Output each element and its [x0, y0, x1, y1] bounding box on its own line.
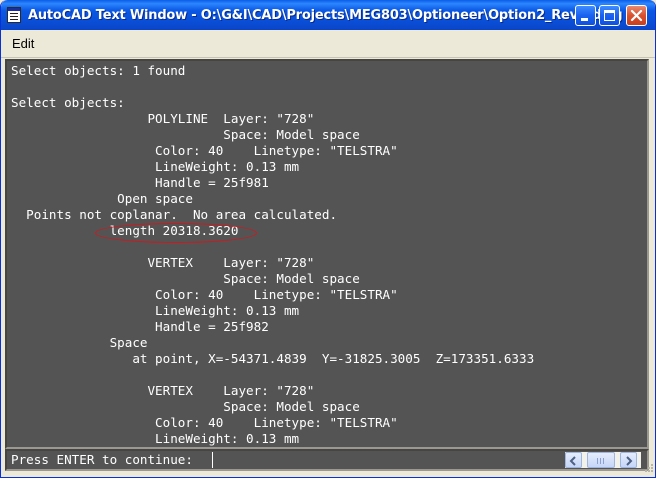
console-line: POLYLINE Layer: "728"	[11, 111, 315, 126]
autocad-text-window: AutoCAD Text Window - O:\G&I\CAD\Project…	[0, 0, 656, 478]
command-line: Press ENTER to continue:	[5, 449, 649, 471]
text-window-icon[interactable]	[7, 7, 21, 23]
console-line: Color: 40 Linetype: "TELSTRA"	[11, 415, 398, 430]
console-line: Color: 40 Linetype: "TELSTRA"	[11, 143, 398, 158]
command-input[interactable]	[212, 452, 558, 468]
console-line: Color: 40 Linetype: "TELSTRA"	[11, 287, 398, 302]
maximize-button[interactable]	[599, 5, 620, 26]
maximize-icon	[604, 10, 615, 21]
resize-grip-icon[interactable]	[642, 463, 654, 475]
console-line: LineWeight: 0.13 mm	[11, 159, 300, 174]
console-text: Select objects: 1 found Select objects: …	[11, 63, 534, 447]
length-highlight-ellipse	[95, 223, 257, 243]
horizontal-scrollbar[interactable]	[565, 452, 641, 468]
console-line: VERTEX Layer: "728"	[11, 383, 315, 398]
console-line: Handle = 25f982	[11, 319, 269, 334]
console-line: Select objects: 1 found	[11, 63, 186, 78]
arrow-right-icon	[626, 456, 633, 466]
scroll-right-button[interactable]	[620, 452, 637, 468]
minimize-button[interactable]	[575, 5, 596, 26]
console-line: Handle = 25f981	[11, 175, 269, 190]
console-line: Open space	[11, 191, 193, 206]
console-line: Space: Model space	[11, 127, 360, 142]
scroll-thumb[interactable]	[587, 452, 615, 468]
console-line: Points not coplanar. No area calculated.	[11, 207, 338, 222]
arrow-left-icon	[569, 456, 576, 466]
menu-edit[interactable]: Edit	[12, 36, 34, 51]
console-line: Space: Model space	[11, 399, 360, 414]
menu-bar: Edit	[1, 30, 655, 58]
minimize-icon	[581, 18, 588, 21]
console-history[interactable]: Select objects: 1 found Select objects: …	[5, 59, 649, 449]
console-line: Space	[11, 335, 148, 350]
close-button[interactable]	[626, 5, 647, 26]
console-line: Space: Model space	[11, 271, 360, 286]
title-bar[interactable]: AutoCAD Text Window - O:\G&I\CAD\Project…	[1, 0, 655, 30]
console-line: VERTEX Layer: "728"	[11, 255, 315, 270]
close-icon	[630, 9, 643, 22]
console-line: Select objects:	[11, 95, 125, 110]
console-line: at point, X=-54371.4839 Y=-31825.3005 Z=…	[11, 351, 535, 366]
command-prompt: Press ENTER to continue:	[11, 452, 193, 467]
console-line: LineWeight: 0.13 mm	[11, 431, 300, 446]
window-title: AutoCAD Text Window - O:\G&I\CAD\Project…	[28, 8, 623, 23]
scroll-left-button[interactable]	[565, 452, 582, 468]
console-line: LineWeight: 0.13 mm	[11, 303, 300, 318]
